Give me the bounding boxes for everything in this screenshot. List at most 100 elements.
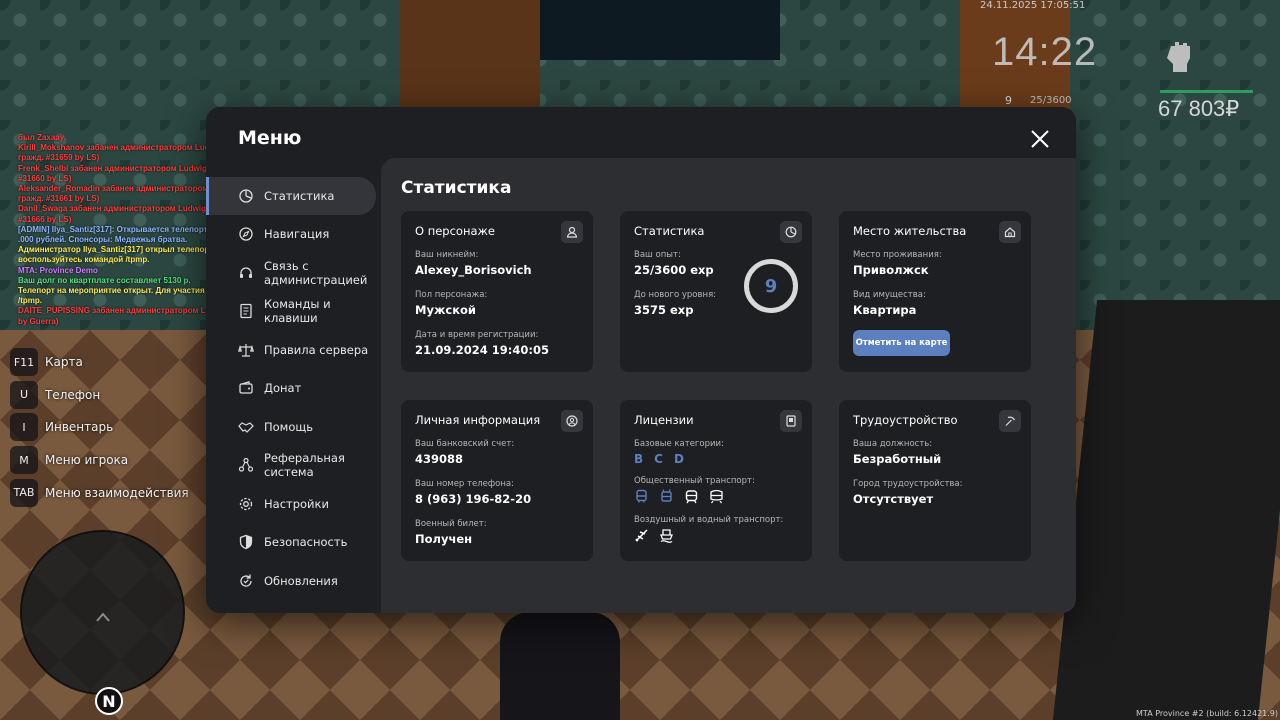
hud-exp: 25/3600 <box>1030 95 1072 106</box>
compass-icon <box>239 227 253 241</box>
sidebar-item[interactable]: Помощь <box>206 408 376 446</box>
menu-window: Меню Статистика Навигация Связь с админист… <box>206 107 1076 613</box>
registration-label: Дата и время регистрации: <box>415 330 539 340</box>
sidebar-item-label: Реферальная система <box>264 451 345 479</box>
air-water-icons <box>634 528 798 543</box>
sidebar-item-label: Помощь <box>264 420 314 434</box>
sidebar-item-label: Связь с администрацией <box>264 259 368 287</box>
sidebar-item-label: Навигация <box>264 227 330 241</box>
menu-title: Меню <box>238 127 302 149</box>
category-d: D <box>673 452 684 466</box>
mark-on-map-button[interactable]: Отметить на карте <box>853 330 950 356</box>
tram-icon <box>685 490 698 504</box>
headset-icon <box>240 267 252 278</box>
license-icon <box>780 410 802 432</box>
key-hint-label: Телефон <box>45 387 101 402</box>
card-title: Статистика <box>634 224 705 238</box>
key-cap: U <box>10 380 38 409</box>
gender-label: Пол персонажа: <box>415 290 488 300</box>
sidebar-item[interactable]: Донат <box>206 369 376 407</box>
hud-level: 9 <box>1005 94 1012 107</box>
key-hint: F11 Карта <box>10 346 189 379</box>
license-categories: B C D <box>634 452 798 466</box>
key-hint-label: Меню взаимодействия <box>45 485 189 500</box>
base-categories-label: Базовые категории: <box>634 439 724 449</box>
curtain <box>540 0 780 60</box>
content-panel: Статистика О персонаже Ваш никнейм: Alex… <box>381 158 1076 613</box>
card-employment: Трудоустройство Ваша должность: Безработ… <box>839 400 1031 561</box>
key-hint: U Телефон <box>10 379 189 412</box>
card-stats: Статистика Ваш опыт: 25/3600 exp До ново… <box>620 211 812 372</box>
handshake-icon <box>238 422 254 433</box>
refresh-icon <box>240 574 252 587</box>
hud-money: 67 803₽ <box>1158 96 1240 121</box>
radar-minimap: N <box>20 530 185 715</box>
sidebar-item-label: Обновления <box>264 574 338 588</box>
pie-chart-icon <box>780 221 802 243</box>
card-title: О персонаже <box>415 224 495 238</box>
close-icon[interactable] <box>1029 128 1051 150</box>
phone-value: 8 (963) 196-82-20 <box>415 492 532 506</box>
gear-icon <box>239 497 253 511</box>
key-cap: I <box>10 413 38 442</box>
bank-value: 439088 <box>415 452 464 466</box>
key-hint: I Инвентарь <box>10 411 189 444</box>
north-indicator: N <box>95 687 123 715</box>
user-circle-icon <box>561 410 583 432</box>
pickaxe-icon <box>999 410 1021 432</box>
key-hint-label: Инвентарь <box>45 420 114 435</box>
bank-label: Ваш банковский счет: <box>415 439 515 449</box>
public-transport-icons <box>634 489 798 504</box>
military-value: Получен <box>415 532 473 546</box>
key-cap: F11 <box>10 348 38 377</box>
nickname-value: Alexey_Borisovich <box>415 263 532 277</box>
sidebar-item[interactable]: Статистика <box>206 177 376 215</box>
sidebar-item[interactable]: Безопасность <box>206 523 376 561</box>
position-value: Безработный <box>853 452 942 466</box>
sidebar-item[interactable]: Связь с администрацией <box>206 254 376 292</box>
hud-datetime: 24.11.2025 17:05:51 <box>980 0 1086 11</box>
sidebar-item[interactable]: Обновления <box>206 562 376 600</box>
sidebar-item-label: Настройки <box>264 497 329 511</box>
property-label: Вид имущества: <box>853 290 926 300</box>
document-icon <box>240 303 252 319</box>
fist-icon <box>1167 42 1190 72</box>
card-title: Место жительства <box>853 224 967 238</box>
sidebar-item[interactable]: Навигация <box>206 215 376 253</box>
key-hint: TAB Меню взаимодействия <box>10 476 189 509</box>
position-label: Ваша должность: <box>853 439 933 449</box>
key-hint-label: Карта <box>45 355 83 370</box>
sidebar-item-label: Команды и клавиши <box>264 297 331 325</box>
sidebar-item-label: Безопасность <box>264 535 348 549</box>
card-personal: Личная информация Ваш банковский счет: 4… <box>401 400 593 561</box>
level-ring: 9 <box>744 259 798 313</box>
sidebar-item[interactable]: Правила сервера <box>206 331 376 369</box>
card-title: Трудоустройство <box>853 413 958 427</box>
sidebar-item-label: Статистика <box>264 189 335 203</box>
player-arrow-icon <box>96 612 110 622</box>
category-c: C <box>654 452 663 466</box>
work-city-label: Город трудоустройства: <box>853 479 963 489</box>
plane-icon <box>635 529 648 542</box>
ship-icon <box>660 529 673 543</box>
work-city-value: Отсутствует <box>853 492 934 506</box>
player-character <box>500 612 620 720</box>
chart-icon <box>239 189 253 203</box>
card-title: Личная информация <box>415 413 541 427</box>
key-cap: TAB <box>10 478 38 507</box>
network-icon <box>238 457 254 472</box>
sidebar-item[interactable]: Настройки <box>206 485 376 523</box>
public-transport-label: Общественный транспорт: <box>634 476 755 486</box>
gender-value: Мужской <box>415 303 476 317</box>
sidebar-item-label: Правила сервера <box>264 343 369 357</box>
wallet-icon <box>239 380 253 394</box>
sidebar-item[interactable]: Команды и клавиши <box>206 292 376 330</box>
home-icon <box>999 221 1021 243</box>
build-info: MTA Province #2 (build: 6.12421.9) <box>1136 709 1278 718</box>
key-hints: F11 Карта U Телефон I Инвентарь M Меню игрока TA… <box>10 346 189 509</box>
registration-value: 21.09.2024 19:40:05 <box>415 343 549 357</box>
air-water-label: Воздушный и водный транспорт: <box>634 515 784 525</box>
sidebar-item[interactable]: Реферальная система <box>206 446 376 484</box>
user-icon <box>561 221 583 243</box>
shield-icon <box>239 534 253 550</box>
